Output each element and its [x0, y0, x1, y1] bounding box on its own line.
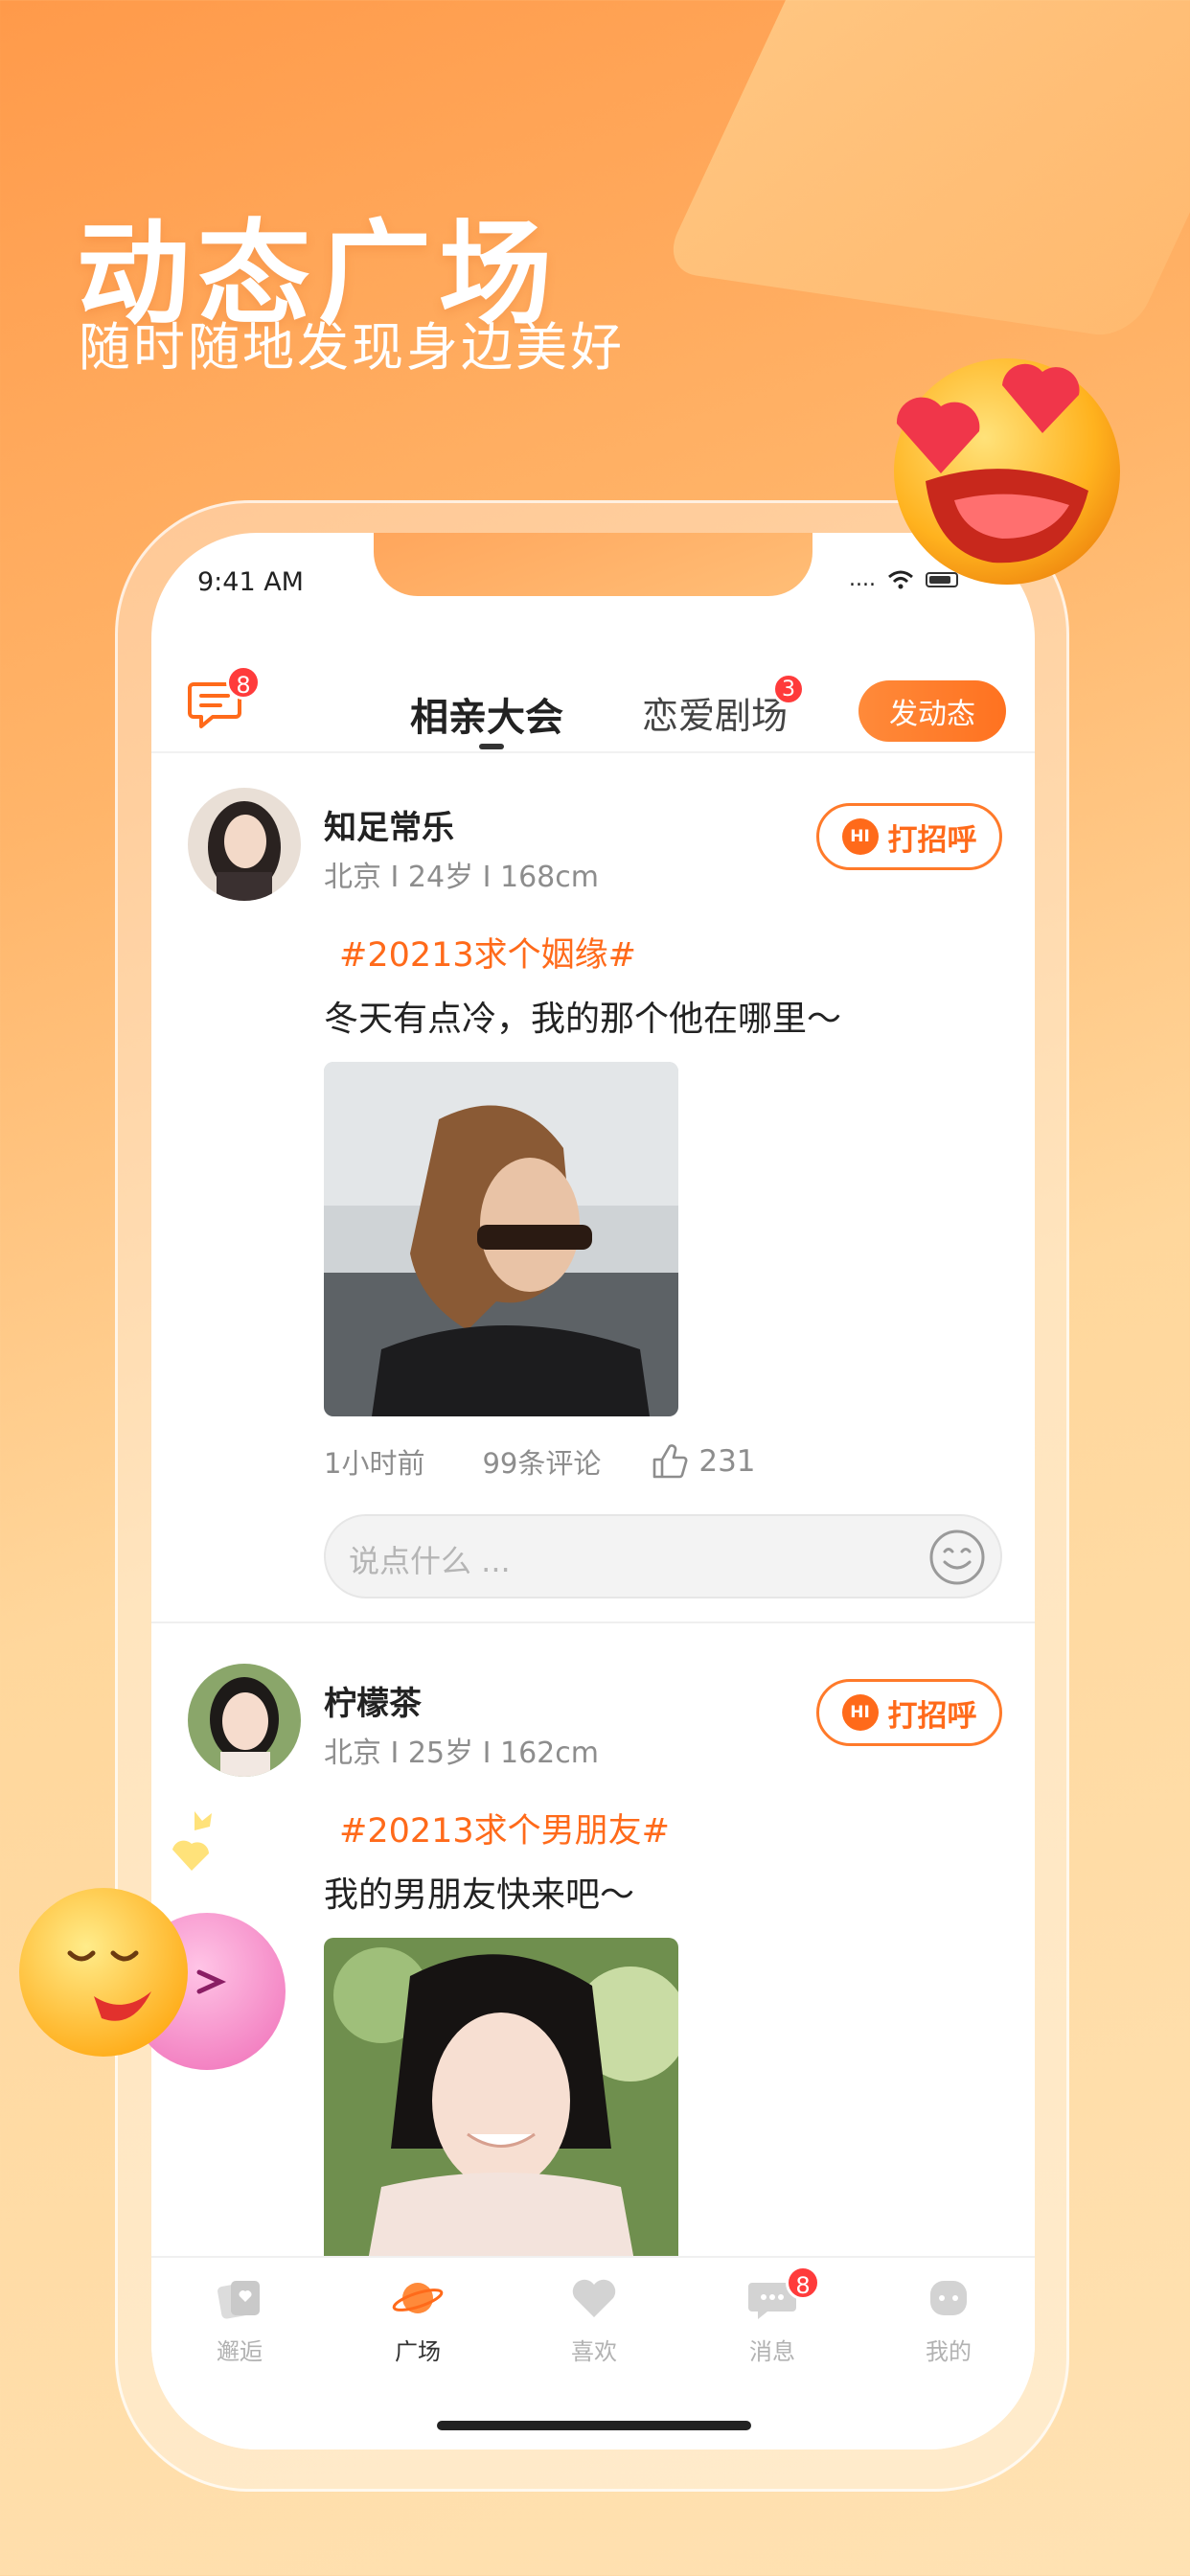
message-badge: 8	[226, 665, 261, 700]
greet-label: 打招呼	[887, 822, 977, 858]
tab-blind-date[interactable]: 相亲大会	[410, 686, 563, 742]
user-meta: 北京 I 25岁 I 162cm	[324, 1736, 599, 1770]
phone-notch	[374, 533, 812, 596]
tab-love-theater-label: 恋爱剧场	[642, 695, 789, 737]
user-name[interactable]: 柠檬茶	[324, 1677, 422, 1724]
message-button[interactable]: 8	[188, 665, 261, 732]
bottom-tab-bar: 邂逅 广场 喜欢 8 消息 我的	[151, 2256, 1035, 2450]
tab-love-theater[interactable]: 恋爱剧场 3	[642, 673, 805, 739]
hi-icon: HI	[841, 818, 879, 855]
tabbar-item-like[interactable]: 喜欢	[537, 2275, 652, 2366]
cards-icon	[217, 2281, 260, 2319]
avatar-photo	[188, 788, 301, 901]
greet-button[interactable]: HI 打招呼	[816, 1679, 1002, 1746]
tabbar-item-plaza[interactable]: 广场	[360, 2275, 475, 2366]
post-time: 1小时前	[324, 1447, 425, 1480]
tabbar-item-messages[interactable]: 8 消息	[715, 2266, 830, 2366]
post-meta-row: 1小时前 99条评论 231	[324, 1441, 756, 1482]
thumbs-up-icon	[653, 1444, 688, 1479]
background-decoration	[659, 0, 1190, 340]
post-text: 冬天有点冷，我的那个他在哪里～	[324, 1000, 842, 1039]
tabbar-label: 喜欢	[571, 2338, 617, 2365]
messages-badge: 8	[786, 2266, 820, 2300]
tabbar-label: 广场	[395, 2338, 441, 2365]
topic-tag[interactable]: #20213求个男朋友#	[339, 1804, 670, 1852]
post-divider	[151, 1622, 1035, 1623]
post-photo	[324, 1938, 678, 2292]
post-moment-button[interactable]: 发动态	[858, 680, 1006, 742]
user-meta: 北京 I 24岁 I 168cm	[324, 861, 599, 894]
topic-tag[interactable]: #20213求个姻缘#	[339, 928, 636, 977]
blush-emoji-icon	[19, 1811, 286, 2070]
post-photo	[324, 1062, 678, 1416]
post-image[interactable]	[324, 1062, 678, 1416]
post-text: 我的男朋友快来吧～	[324, 1875, 635, 1915]
avatar-photo	[188, 1664, 301, 1777]
post-image[interactable]	[324, 1938, 678, 2292]
like-button[interactable]: 231	[651, 1442, 756, 1481]
greet-button[interactable]: HI 打招呼	[816, 803, 1002, 870]
page-subtitle: 随时随地发现身边美好	[79, 317, 625, 378]
comment-input[interactable]: 说点什么 ...	[324, 1514, 1002, 1598]
avatar[interactable]	[188, 1664, 301, 1777]
status-time: 9:41 AM	[197, 567, 304, 597]
tab-badge: 3	[772, 673, 805, 705]
tab-indicator	[479, 744, 504, 749]
emoji-icon[interactable]	[927, 1528, 987, 1587]
tabbar-item-profile[interactable]: 我的	[891, 2275, 1006, 2366]
tabbar-label: 邂逅	[217, 2338, 263, 2365]
home-indicator	[437, 2421, 751, 2430]
hi-icon: HI	[841, 1694, 879, 1731]
profile-icon	[930, 2281, 967, 2315]
comment-placeholder: 说点什么 ...	[349, 1543, 511, 1579]
like-count: 231	[698, 1444, 756, 1479]
tabbar-label: 消息	[749, 2338, 795, 2365]
tabbar-label: 我的	[926, 2338, 972, 2365]
avatar[interactable]	[188, 788, 301, 901]
tabbar-item-encounter[interactable]: 邂逅	[182, 2275, 297, 2366]
phone-screen: 9:41 AM .... 8 相亲大会 恋爱剧场 3 发动态 知足常乐 北京 I…	[151, 533, 1035, 2450]
heart-icon	[572, 2279, 616, 2317]
signal-icon: ....	[849, 567, 876, 591]
user-name[interactable]: 知足常乐	[324, 801, 454, 848]
comment-count[interactable]: 99条评论	[482, 1441, 601, 1482]
planet-icon	[392, 2283, 444, 2313]
top-bar: 8 相亲大会 恋爱剧场 3 发动态	[151, 648, 1035, 753]
greet-label: 打招呼	[887, 1698, 977, 1734]
heart-eyes-emoji-icon	[894, 358, 1120, 585]
